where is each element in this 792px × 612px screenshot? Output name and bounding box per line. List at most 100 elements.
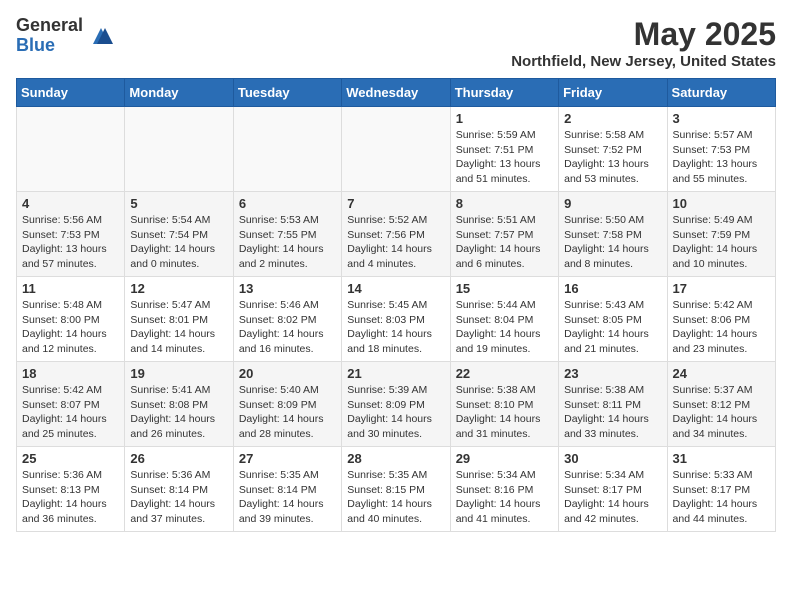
logo-general-text: General xyxy=(16,16,83,36)
day-info: Sunrise: 5:36 AMSunset: 8:14 PMDaylight:… xyxy=(130,468,227,527)
day-number: 6 xyxy=(239,196,336,211)
table-row: 16Sunrise: 5:43 AMSunset: 8:05 PMDayligh… xyxy=(559,277,667,362)
day-info: Sunrise: 5:42 AMSunset: 8:06 PMDaylight:… xyxy=(673,298,770,357)
day-number: 5 xyxy=(130,196,227,211)
table-row: 8 Sunrise: 5:51 AMSunset: 7:57 PMDaylight… xyxy=(450,192,558,277)
table-row: 5 Sunrise: 5:54 AMSunset: 7:54 PMDaylight… xyxy=(125,192,233,277)
day-number: 21 xyxy=(347,366,444,381)
col-monday: Monday xyxy=(125,79,233,107)
logo-blue-text: Blue xyxy=(16,36,83,56)
table-row: 20 Sunrise: 5:40 AMSunset: 8:09 PMDayligh… xyxy=(233,362,341,447)
table-row: 21Sunrise: 5:39 AMSunset: 8:09 PMDayligh… xyxy=(342,362,450,447)
table-row: 29 Sunrise: 5:34 AMSunset: 8:16 PMDayligh… xyxy=(450,447,558,532)
day-info: Sunrise: 5:49 AMSunset: 7:59 PMDaylight:… xyxy=(673,213,770,272)
table-row: 2 Sunrise: 5:58 AMSunset: 7:52 PMDaylight… xyxy=(559,107,667,192)
day-info: Sunrise: 5:38 AMSunset: 8:11 PMDaylight:… xyxy=(564,383,661,442)
day-number: 20 xyxy=(239,366,336,381)
day-info: Sunrise: 5:43 AMSunset: 8:05 PMDaylight:… xyxy=(564,298,661,357)
table-row: 23 Sunrise: 5:38 AMSunset: 8:11 PMDayligh… xyxy=(559,362,667,447)
day-number: 29 xyxy=(456,451,553,466)
day-number: 1 xyxy=(456,111,553,126)
table-row: 6Sunrise: 5:53 AMSunset: 7:55 PMDaylight… xyxy=(233,192,341,277)
table-row: 12Sunrise: 5:47 AMSunset: 8:01 PMDayligh… xyxy=(125,277,233,362)
day-number: 28 xyxy=(347,451,444,466)
calendar-week-row: 18 Sunrise: 5:42 AMSunset: 8:07 PMDayligh… xyxy=(17,362,776,447)
table-row: 17 Sunrise: 5:42 AMSunset: 8:06 PMDayligh… xyxy=(667,277,775,362)
day-number: 24 xyxy=(673,366,770,381)
table-row: 26 Sunrise: 5:36 AMSunset: 8:14 PMDayligh… xyxy=(125,447,233,532)
table-row: 25 Sunrise: 5:36 AMSunset: 8:13 PMDayligh… xyxy=(17,447,125,532)
day-number: 26 xyxy=(130,451,227,466)
subtitle: Northfield, New Jersey, United States xyxy=(511,53,776,70)
day-info: Sunrise: 5:35 AMSunset: 8:14 PMDaylight:… xyxy=(239,468,336,527)
calendar-week-row: 1 Sunrise: 5:59 AMSunset: 7:51 PMDaylight… xyxy=(17,107,776,192)
calendar-week-row: 11Sunrise: 5:48 AMSunset: 8:00 PMDayligh… xyxy=(17,277,776,362)
main-title: May 2025 xyxy=(511,16,776,53)
table-row: 14 Sunrise: 5:45 AMSunset: 8:03 PMDayligh… xyxy=(342,277,450,362)
calendar-table: Sunday Monday Tuesday Wednesday Thursday… xyxy=(16,78,776,532)
calendar-week-row: 4Sunrise: 5:56 AMSunset: 7:53 PMDaylight… xyxy=(17,192,776,277)
table-row: 11Sunrise: 5:48 AMSunset: 8:00 PMDayligh… xyxy=(17,277,125,362)
day-info: Sunrise: 5:51 AMSunset: 7:57 PMDaylight:… xyxy=(456,213,553,272)
table-row: 3Sunrise: 5:57 AMSunset: 7:53 PMDaylight… xyxy=(667,107,775,192)
day-info: Sunrise: 5:50 AMSunset: 7:58 PMDaylight:… xyxy=(564,213,661,272)
day-number: 17 xyxy=(673,281,770,296)
day-info: Sunrise: 5:42 AMSunset: 8:07 PMDaylight:… xyxy=(22,383,119,442)
table-row: 27Sunrise: 5:35 AMSunset: 8:14 PMDayligh… xyxy=(233,447,341,532)
day-number: 18 xyxy=(22,366,119,381)
day-number: 3 xyxy=(673,111,770,126)
col-saturday: Saturday xyxy=(667,79,775,107)
day-info: Sunrise: 5:59 AMSunset: 7:51 PMDaylight:… xyxy=(456,128,553,187)
day-info: Sunrise: 5:37 AMSunset: 8:12 PMDaylight:… xyxy=(673,383,770,442)
title-area: May 2025 Northfield, New Jersey, United … xyxy=(511,16,776,70)
day-info: Sunrise: 5:56 AMSunset: 7:53 PMDaylight:… xyxy=(22,213,119,272)
day-number: 31 xyxy=(673,451,770,466)
day-number: 10 xyxy=(673,196,770,211)
day-info: Sunrise: 5:44 AMSunset: 8:04 PMDaylight:… xyxy=(456,298,553,357)
day-number: 19 xyxy=(130,366,227,381)
day-number: 25 xyxy=(22,451,119,466)
day-info: Sunrise: 5:35 AMSunset: 8:15 PMDaylight:… xyxy=(347,468,444,527)
col-friday: Friday xyxy=(559,79,667,107)
logo: General Blue xyxy=(16,16,115,56)
table-row: 30Sunrise: 5:34 AMSunset: 8:17 PMDayligh… xyxy=(559,447,667,532)
day-info: Sunrise: 5:45 AMSunset: 8:03 PMDaylight:… xyxy=(347,298,444,357)
day-info: Sunrise: 5:58 AMSunset: 7:52 PMDaylight:… xyxy=(564,128,661,187)
day-info: Sunrise: 5:34 AMSunset: 8:17 PMDaylight:… xyxy=(564,468,661,527)
day-number: 23 xyxy=(564,366,661,381)
table-row: 7 Sunrise: 5:52 AMSunset: 7:56 PMDaylight… xyxy=(342,192,450,277)
page-header: General Blue May 2025 Northfield, New Je… xyxy=(16,16,776,70)
table-row: 24 Sunrise: 5:37 AMSunset: 8:12 PMDayligh… xyxy=(667,362,775,447)
day-info: Sunrise: 5:40 AMSunset: 8:09 PMDaylight:… xyxy=(239,383,336,442)
calendar-header-row: Sunday Monday Tuesday Wednesday Thursday… xyxy=(17,79,776,107)
day-number: 14 xyxy=(347,281,444,296)
day-info: Sunrise: 5:34 AMSunset: 8:16 PMDaylight:… xyxy=(456,468,553,527)
table-row: 4Sunrise: 5:56 AMSunset: 7:53 PMDaylight… xyxy=(17,192,125,277)
table-row: 13Sunrise: 5:46 AMSunset: 8:02 PMDayligh… xyxy=(233,277,341,362)
day-info: Sunrise: 5:33 AMSunset: 8:17 PMDaylight:… xyxy=(673,468,770,527)
table-row: 18 Sunrise: 5:42 AMSunset: 8:07 PMDayligh… xyxy=(17,362,125,447)
table-row: 22Sunrise: 5:38 AMSunset: 8:10 PMDayligh… xyxy=(450,362,558,447)
col-wednesday: Wednesday xyxy=(342,79,450,107)
table-row: 1 Sunrise: 5:59 AMSunset: 7:51 PMDaylight… xyxy=(450,107,558,192)
table-row: 9 Sunrise: 5:50 AMSunset: 7:58 PMDaylight… xyxy=(559,192,667,277)
day-info: Sunrise: 5:47 AMSunset: 8:01 PMDaylight:… xyxy=(130,298,227,357)
day-number: 2 xyxy=(564,111,661,126)
logo-icon xyxy=(87,22,115,50)
day-info: Sunrise: 5:41 AMSunset: 8:08 PMDaylight:… xyxy=(130,383,227,442)
table-row: 31 Sunrise: 5:33 AMSunset: 8:17 PMDayligh… xyxy=(667,447,775,532)
day-info: Sunrise: 5:36 AMSunset: 8:13 PMDaylight:… xyxy=(22,468,119,527)
table-row xyxy=(233,107,341,192)
table-row xyxy=(17,107,125,192)
col-thursday: Thursday xyxy=(450,79,558,107)
day-number: 9 xyxy=(564,196,661,211)
day-info: Sunrise: 5:46 AMSunset: 8:02 PMDaylight:… xyxy=(239,298,336,357)
day-info: Sunrise: 5:54 AMSunset: 7:54 PMDaylight:… xyxy=(130,213,227,272)
table-row: 10 Sunrise: 5:49 AMSunset: 7:59 PMDayligh… xyxy=(667,192,775,277)
table-row: 15Sunrise: 5:44 AMSunset: 8:04 PMDayligh… xyxy=(450,277,558,362)
calendar-week-row: 25 Sunrise: 5:36 AMSunset: 8:13 PMDayligh… xyxy=(17,447,776,532)
day-number: 7 xyxy=(347,196,444,211)
day-info: Sunrise: 5:52 AMSunset: 7:56 PMDaylight:… xyxy=(347,213,444,272)
col-tuesday: Tuesday xyxy=(233,79,341,107)
day-number: 8 xyxy=(456,196,553,211)
